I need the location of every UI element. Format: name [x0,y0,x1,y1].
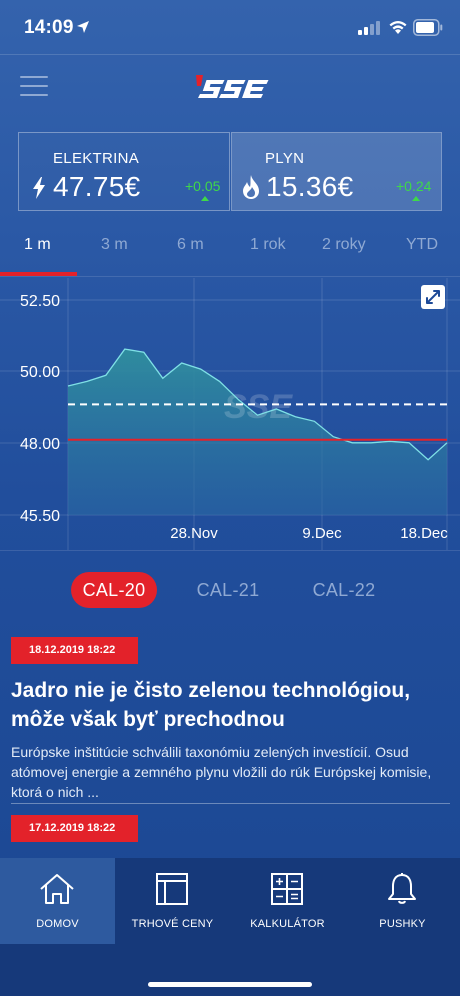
news-divider [11,803,450,804]
cal-20-button[interactable]: CAL-20 [71,572,157,608]
electricity-up-arrow-icon [201,196,209,201]
chart-watermark: SSE [224,388,293,426]
tab-1-rok[interactable]: 1 rok [250,236,286,254]
electricity-change: +0.05 [185,178,221,194]
bell-icon [388,873,416,904]
period-tabs: 1 m 3 m 6 m 1 rok 2 roky YTD [0,226,460,276]
gas-price-card[interactable]: PLYN 15.36€ +0.24 [231,132,442,211]
expand-icon [426,290,440,304]
gas-up-arrow-icon [412,196,420,201]
home-indicator [148,982,312,987]
battery-icon [413,19,443,36]
bottom-navigation: DOMOV TRHOVÉ CENY KALKULÁTOR PUSHKY [0,858,460,996]
electricity-title: ELEKTRINA [53,150,140,167]
tab-2-roky[interactable]: 2 roky [322,236,366,254]
news-date-badge: 18.12.2019 18:22 [11,637,138,664]
news-date-badge: 17.12.2019 18:22 [11,815,138,842]
gas-title: PLYN [265,150,305,167]
series-area [68,349,447,515]
calculator-icon [271,873,303,905]
electricity-price-card[interactable]: ELEKTRINA 47.75€ +0.05 [18,132,230,211]
y-tick-label: 48.00 [20,436,60,453]
tab-3m[interactable]: 3 m [101,236,128,254]
status-divider [0,54,460,55]
status-bar: 14:09 [0,0,460,56]
news-headline[interactable]: Jadro nie je čisto zelenou technológiou,… [11,676,451,734]
status-time: 14:09 [24,17,74,38]
x-tick-label: 18.Dec [400,525,448,542]
nav-pushky[interactable]: PUSHKY [345,858,460,944]
gas-change: +0.24 [396,178,432,194]
flame-icon [243,175,259,199]
market-prices-icon [156,873,188,905]
news-excerpt[interactable]: Európske inštitúcie schválili taxonómiu … [11,742,451,802]
nav-label: KALKULÁTOR [250,918,325,930]
tab-6m[interactable]: 6 m [177,236,204,254]
nav-kalkulator[interactable]: KALKULÁTOR [230,858,345,944]
expand-chart-button[interactable] [421,285,445,309]
cal-22-button[interactable]: CAL-22 [301,572,387,608]
tab-ytd[interactable]: YTD [406,236,438,254]
home-icon [40,874,74,904]
chart-canvas: SSE 52.50 50.00 48.00 45.50 28.Nov 9.Dec 18.D… [0,278,460,550]
electricity-price: 47.75€ [53,171,141,202]
location-arrow-icon [77,21,89,33]
x-tick-label: 28.Nov [170,525,218,542]
y-tick-label: 50.00 [20,364,60,381]
wifi-icon [389,21,407,34]
tab-1m[interactable]: 1 m [24,236,51,254]
chart-divider [0,550,460,551]
sse-logo [196,75,269,98]
bolt-icon [33,177,45,199]
cal-21-button[interactable]: CAL-21 [185,572,271,608]
price-chart: SSE 52.50 50.00 48.00 45.50 28.Nov 9.Dec 18.D… [0,278,460,550]
nav-label: PUSHKY [379,918,426,930]
nav-label: DOMOV [36,918,79,930]
y-tick-label: 45.50 [20,508,60,525]
app-screen: 14:09 ELEKTRINA 47.75€ +0.05 PLYN 15.36€… [0,0,460,996]
cellular-signal-icon [358,21,380,35]
tabs-divider [0,276,460,277]
nav-trhove-ceny[interactable]: TRHOVÉ CENY [115,858,230,944]
y-tick-label: 52.50 [20,293,60,310]
gas-price: 15.36€ [266,171,354,202]
hamburger-menu-button[interactable] [20,76,48,96]
nav-label: TRHOVÉ CENY [131,918,214,930]
x-tick-label: 9.Dec [302,525,342,542]
nav-domov[interactable]: DOMOV [0,858,115,944]
